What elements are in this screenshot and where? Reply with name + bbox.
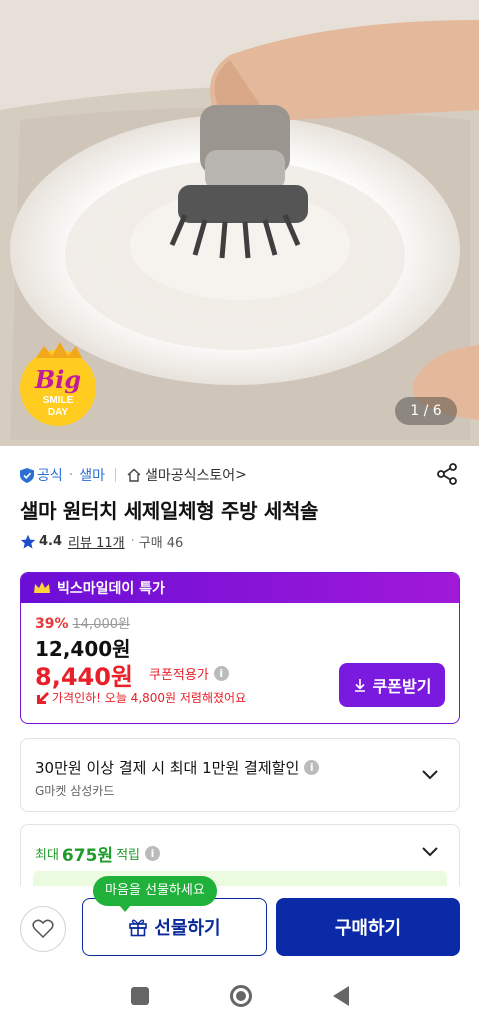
badge-line1: Big <box>34 365 81 394</box>
deal-header: 빅스마일데이 특가 <box>21 573 459 603</box>
badge-graphic: Big SMILE DAY <box>20 342 96 426</box>
system-nav-bar <box>0 968 479 1024</box>
tooltip-tail <box>119 905 131 912</box>
rating-value: 4.4 <box>39 534 63 549</box>
discount-percent: 39% <box>35 616 69 632</box>
original-price: 14,000원 <box>72 617 130 632</box>
purchase-count: 구매 46 <box>138 536 184 551</box>
home-icon <box>127 468 141 482</box>
price-down-text: 가격인하! 오늘 4,800원 저렴해졌어요 <box>52 691 247 705</box>
deal-box: 빅스마일데이 특가 39% 14,000원 12,400원 8,440원 쿠폰적… <box>20 572 460 724</box>
buy-button[interactable]: 구매하기 <box>276 898 460 956</box>
get-coupon-button[interactable]: 쿠폰받기 <box>339 663 445 707</box>
coupon-apply-text: 쿠폰적용가 <box>149 668 209 683</box>
review-link[interactable]: 리뷰 11개 <box>68 532 125 551</box>
heart-icon <box>32 919 54 939</box>
dot-separator: · <box>130 534 135 549</box>
product-page: Big SMILE DAY 1 / 6 공식 · 샐마 샐마공식스토어 > 샐마… <box>0 0 479 1024</box>
bottom-action-bar: 선물하기 구매하기 마음을 선물하세요 <box>0 876 479 968</box>
brand-link[interactable]: 샐마 <box>79 465 105 485</box>
product-title: 샐마 원터치 세제일체형 주방 세척솔 <box>20 499 319 523</box>
coupon-price: 8,440원 <box>35 663 133 691</box>
gift-tooltip-text: 마음을 선물하세요 <box>105 883 205 898</box>
product-meta-row: 공식 · 샐마 샐마공식스토어 > <box>20 462 459 488</box>
big-smile-day-badge: Big SMILE DAY <box>14 340 102 428</box>
shield-check-icon <box>20 467 34 483</box>
home-button-icon[interactable] <box>229 985 252 1007</box>
card-discount-subtitle: G마켓 삼성카드 <box>35 784 115 798</box>
gift-icon <box>129 919 148 937</box>
store-link[interactable]: 샐마공식스토어 > <box>126 465 247 485</box>
official-badge: 공식 <box>20 465 63 485</box>
rating-row: 4.4 리뷰 11개 · 구매 46 <box>20 532 183 551</box>
card-discount-text: 30만원 이상 결제 시 최대 1만원 결제할인 <box>35 759 300 777</box>
gift-button-label: 선물하기 <box>154 918 221 939</box>
divider <box>114 468 116 482</box>
discount-row: 39% 14,000원 <box>35 613 130 632</box>
points-title: 최대 675원 적립 i <box>35 841 160 866</box>
product-image[interactable]: Big SMILE DAY 1 / 6 <box>0 0 479 446</box>
chevron-down-icon[interactable] <box>421 766 439 784</box>
points-prefix: 최대 <box>35 848 59 863</box>
star-icon <box>20 534 36 548</box>
badge-line2: SMILE <box>43 395 74 406</box>
coupon-apply-label: 쿠폰적용가 i <box>149 664 229 683</box>
get-coupon-label: 쿠폰받기 <box>372 677 432 696</box>
share-icon[interactable] <box>435 462 459 486</box>
card-discount-title: 30만원 이상 결제 시 최대 1만원 결제할인 i <box>35 757 320 778</box>
dot-separator: · <box>68 467 74 483</box>
gift-button[interactable]: 선물하기 <box>82 898 267 956</box>
price-down-arrow-icon <box>37 691 49 704</box>
price-down-notice: 가격인하! 오늘 4,800원 저렴해졌어요 <box>35 689 246 706</box>
store-chevron-icon: > <box>235 467 247 483</box>
back-icon[interactable] <box>332 986 349 1006</box>
points-amount: 675원 <box>61 846 114 866</box>
info-icon[interactable]: i <box>304 760 320 775</box>
chevron-down-icon[interactable] <box>421 843 439 861</box>
wishlist-button[interactable] <box>20 906 66 952</box>
deal-header-label: 빅스마일데이 특가 <box>57 581 165 597</box>
gift-tooltip: 마음을 선물하세요 <box>93 876 217 912</box>
crown-icon <box>34 582 50 593</box>
download-icon <box>354 679 365 692</box>
info-icon[interactable]: i <box>144 846 160 861</box>
image-counter: 1 / 6 <box>395 397 457 425</box>
info-icon[interactable]: i <box>213 666 229 681</box>
points-suffix: 적립 <box>116 848 140 863</box>
badge-line3: DAY <box>48 407 69 418</box>
recent-apps-icon[interactable] <box>130 987 149 1005</box>
store-name: 샐마공식스토어 <box>144 468 236 484</box>
official-label: 공식 <box>37 468 63 484</box>
card-discount-section[interactable]: 30만원 이상 결제 시 최대 1만원 결제할인 i G마켓 삼성카드 <box>20 738 460 812</box>
